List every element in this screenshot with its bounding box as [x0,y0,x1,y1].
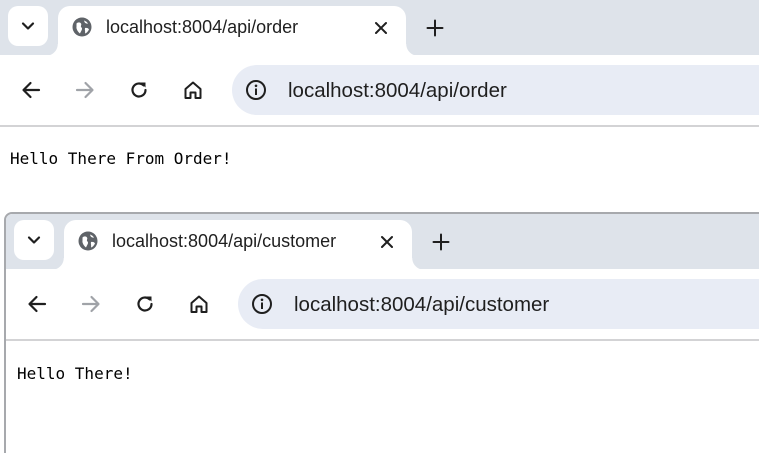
plus-icon [426,19,444,37]
reload-icon [131,82,147,98]
info-icon [246,80,266,100]
tab-active[interactable]: localhost:8004/api/customer [52,220,424,270]
site-info-button[interactable] [244,78,268,102]
site-info-button[interactable] [250,292,274,316]
reload-icon [137,296,153,312]
tab-active[interactable]: localhost:8004/api/order [46,6,418,56]
info-icon [252,294,272,314]
page-content: Hello There! [6,341,759,453]
toolbar: localhost:8004/api/order [0,55,759,126]
arrow-right-icon [81,295,100,313]
chevron-down-icon [27,236,41,244]
tab-strip: localhost:8004/api/customer [6,214,759,270]
arrow-right-icon [75,81,94,99]
forward-button[interactable] [68,73,102,107]
url-text[interactable]: localhost:8004/api/order [288,79,507,103]
plus-icon [432,233,450,251]
back-button[interactable] [14,73,48,107]
chevron-down-icon [21,22,35,30]
home-button[interactable] [182,287,216,321]
reload-button[interactable] [122,73,156,107]
toolbar: localhost:8004/api/customer [6,269,759,340]
tab-title: localhost:8004/api/order [106,17,299,37]
tab-close-button[interactable] [370,17,392,39]
forward-button[interactable] [74,287,108,321]
new-tab-button[interactable] [420,13,450,43]
tab-search-button[interactable] [8,6,48,46]
home-icon [184,81,202,99]
tab-title: localhost:8004/api/customer [112,231,337,251]
browser-window-order: localhost:8004/api/order localhost:8004/… [0,0,759,205]
tab-close-button[interactable] [376,231,398,253]
page-content: Hello There From Order! [0,127,759,205]
globe-icon [78,231,98,251]
page-body-text: Hello There From Order! [10,149,232,168]
tab-strip: localhost:8004/api/order [0,0,759,56]
browser-window-customer: localhost:8004/api/customer localhost:80… [4,212,759,453]
back-button[interactable] [20,287,54,321]
arrow-left-icon [22,81,41,99]
close-icon [375,22,387,34]
address-bar[interactable]: localhost:8004/api/customer [238,279,759,329]
globe-icon [72,17,92,37]
url-text[interactable]: localhost:8004/api/customer [294,293,549,317]
tab-search-button[interactable] [14,220,54,260]
new-tab-button[interactable] [426,227,456,257]
close-icon [381,236,393,248]
page-body-text: Hello There! [17,364,133,383]
home-button[interactable] [176,73,210,107]
arrow-left-icon [28,295,47,313]
home-icon [190,295,208,313]
reload-button[interactable] [128,287,162,321]
address-bar[interactable]: localhost:8004/api/order [232,65,759,115]
